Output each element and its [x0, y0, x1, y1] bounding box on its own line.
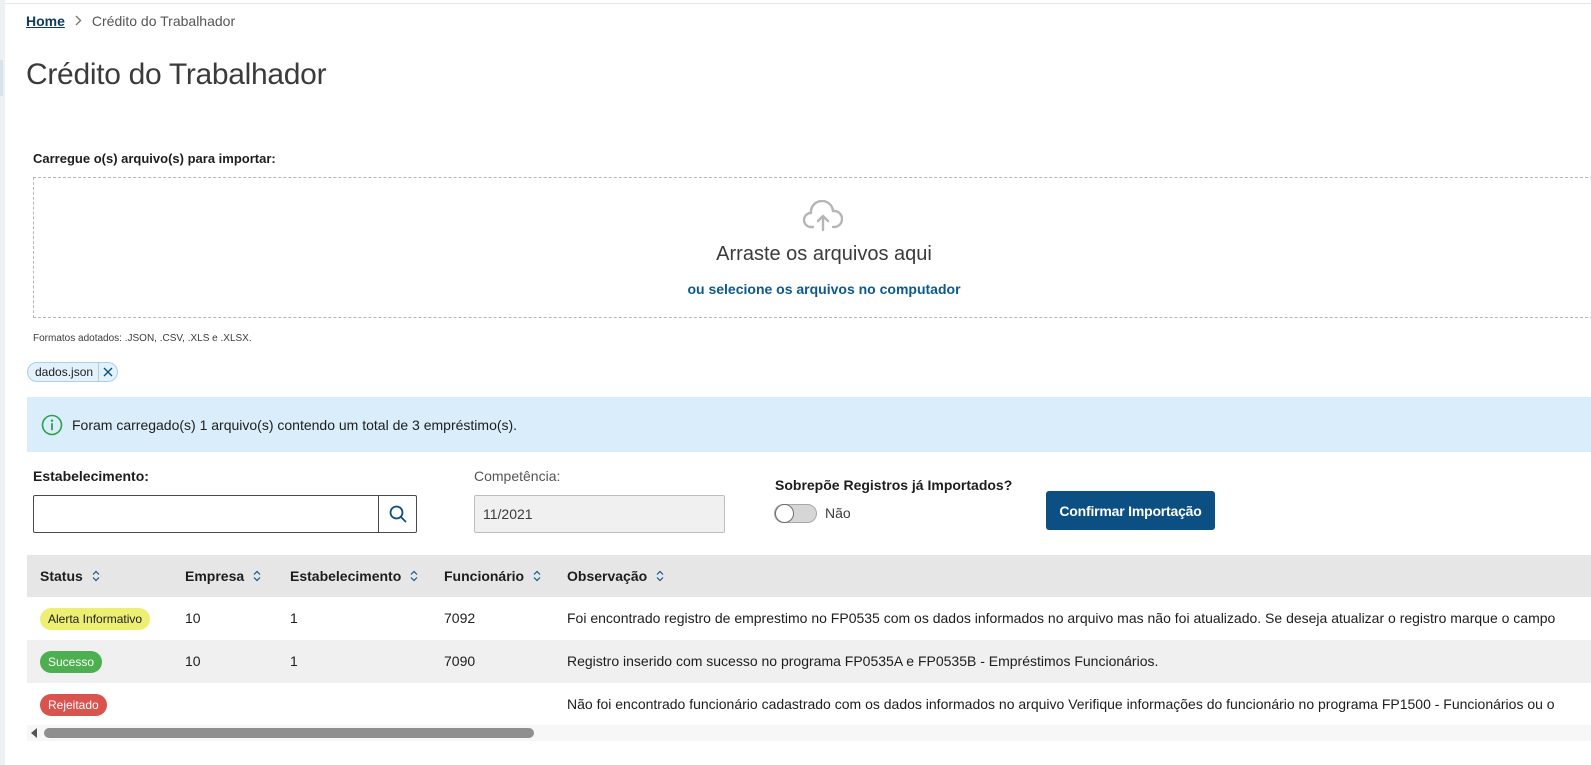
close-icon[interactable] — [99, 363, 117, 381]
sort-icon — [92, 570, 100, 582]
info-banner-text: Foram carregado(s) 1 arquivo(s) contendo… — [72, 416, 518, 433]
cloud-upload-icon — [803, 200, 843, 232]
table-header: Status Empresa Estabelecimento Funcionár… — [27, 555, 1591, 597]
sort-icon — [656, 570, 664, 582]
sort-icon — [253, 570, 261, 582]
cell-observacao: Foi encontrado registro de emprestimo no… — [567, 610, 1556, 626]
cell-observacao: Registro inserido com sucesso no program… — [567, 653, 1159, 669]
cell-estabelecimento: 1 — [290, 610, 298, 626]
search-button[interactable] — [378, 495, 417, 533]
select-files-link[interactable]: ou selecione os arquivos no computador — [34, 281, 1591, 297]
cell-empresa: 10 — [185, 653, 201, 669]
column-header-estabelecimento[interactable]: Estabelecimento — [290, 568, 418, 584]
cell-empresa: 10 — [185, 610, 201, 626]
cell-funcionario: 7090 — [444, 653, 476, 669]
breadcrumb: Home Crédito do Trabalhador — [26, 13, 235, 29]
file-chip-name: dados.json — [35, 365, 94, 379]
info-icon — [41, 414, 63, 435]
scroll-left-icon[interactable] — [31, 728, 37, 738]
estabelecimento-input[interactable] — [33, 495, 379, 533]
confirm-import-button[interactable]: Confirmar Importação — [1046, 491, 1215, 530]
cell-estabelecimento: 1 — [290, 653, 298, 669]
cell-observacao: Não foi encontrado funcionário cadastrad… — [567, 696, 1555, 712]
search-icon — [389, 505, 406, 523]
left-rail — [0, 0, 5, 765]
column-header-label: Empresa — [185, 568, 245, 584]
cell-funcionario: 7092 — [444, 610, 476, 626]
info-banner: Foram carregado(s) 1 arquivo(s) contendo… — [27, 397, 1591, 452]
file-chip: dados.json — [27, 362, 119, 382]
scrollbar-thumb[interactable] — [44, 728, 534, 738]
column-header-observacao[interactable]: Observação — [567, 568, 664, 584]
sort-icon — [533, 570, 541, 582]
file-dropzone[interactable]: Arraste os arquivos aqui ou selecione os… — [33, 177, 1591, 318]
upload-label: Carregue o(s) arquivo(s) para importar: — [33, 151, 276, 166]
sobrepoe-toggle[interactable] — [774, 504, 817, 523]
column-header-status[interactable]: Status — [40, 568, 100, 584]
column-header-label: Funcionário — [444, 568, 525, 584]
status-badge: Sucesso — [40, 651, 103, 673]
column-header-label: Status — [40, 568, 83, 584]
toggle-knob — [775, 504, 794, 523]
column-header-label: Observação — [567, 568, 648, 584]
column-header-label: Estabelecimento — [290, 568, 402, 584]
status-badge: Alerta Informativo — [40, 608, 151, 630]
table-row: Alerta Informativo 10 1 7092 Foi encontr… — [27, 597, 1591, 640]
competencia-label: Competência: — [474, 468, 561, 484]
dropzone-title: Arraste os arquivos aqui — [716, 243, 932, 265]
column-header-empresa[interactable]: Empresa — [185, 568, 261, 584]
competencia-field: 11/2021 — [474, 495, 725, 533]
status-badge: Rejeitado — [40, 694, 107, 716]
import-results-table: Status Empresa Estabelecimento Funcionár… — [27, 555, 1591, 726]
column-header-funcionario[interactable]: Funcionário — [444, 568, 541, 584]
horizontal-scrollbar[interactable] — [27, 725, 1591, 741]
top-border — [0, 0, 1591, 4]
sobrepoe-toggle-value: Não — [825, 505, 851, 521]
left-rail-marker — [0, 60, 3, 96]
breadcrumb-home-link[interactable]: Home — [26, 13, 65, 29]
page-title: Crédito do Trabalhador — [26, 58, 327, 91]
estabelecimento-label: Estabelecimento: — [33, 468, 149, 484]
table-row: Sucesso 10 1 7090 Registro inserido com … — [27, 640, 1591, 683]
breadcrumb-current: Crédito do Trabalhador — [91, 13, 236, 29]
table-row: Rejeitado Não foi encontrado funcionário… — [27, 683, 1591, 726]
accepted-formats-hint: Formatos adotados: .JSON, .CSV, .XLS e .… — [33, 333, 252, 344]
sort-icon — [410, 570, 418, 582]
sobrepoe-label: Sobrepõe Registros já Importados? — [775, 477, 1013, 493]
chevron-right-icon — [75, 14, 82, 29]
